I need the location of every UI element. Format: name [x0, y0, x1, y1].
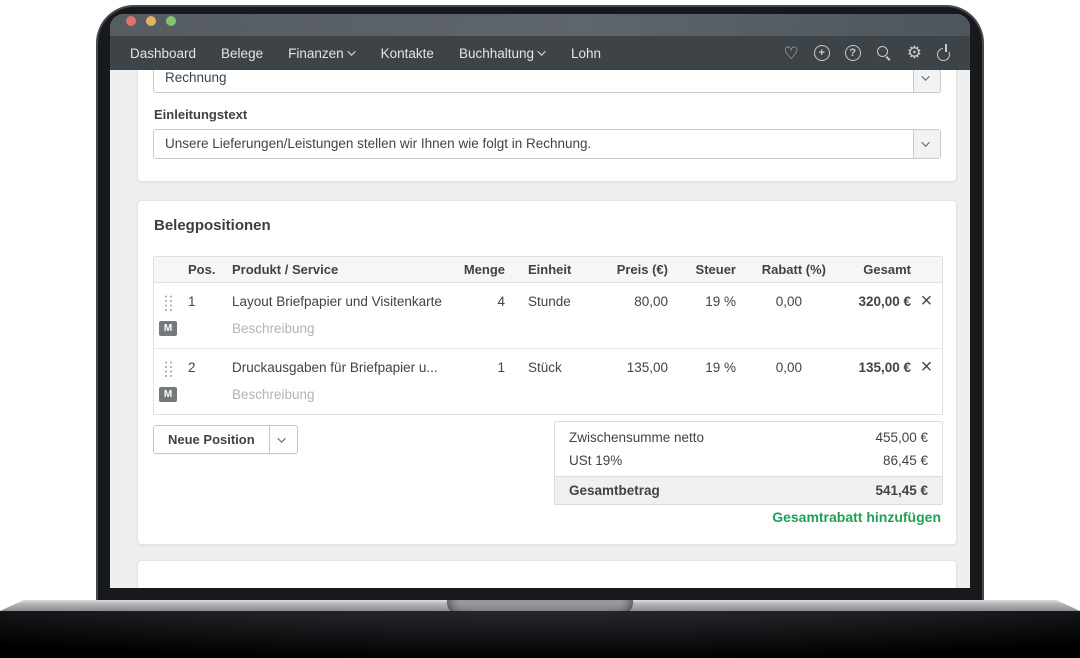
cell-pos: 2	[178, 360, 232, 375]
grand-total-value: 541,45 €	[875, 483, 928, 498]
new-position-label: Neue Position	[154, 426, 269, 453]
close-window-dot[interactable]	[126, 16, 136, 26]
cell-total: 320,00 €	[826, 294, 911, 309]
section-title: Belegpositionen	[154, 217, 271, 234]
search-icon[interactable]	[876, 45, 892, 61]
nav-item-lohn[interactable]: Lohn	[571, 46, 601, 61]
col-header-discount: Rabatt (%)	[736, 262, 826, 277]
dropdown-arrow-button[interactable]	[913, 70, 940, 92]
minimize-window-dot[interactable]	[146, 16, 156, 26]
favorites-heart-icon[interactable]: ♡	[784, 46, 799, 61]
col-header-tax: Steuer	[668, 262, 736, 277]
laptop-screen-content: Dashboard Belege Finanzen Kontakte Buchh…	[110, 14, 970, 588]
cell-quantity[interactable]: 1	[455, 360, 505, 375]
tax-value: 86,45 €	[883, 453, 928, 468]
chevron-down-icon	[278, 434, 286, 442]
dropdown-arrow-button[interactable]	[913, 130, 940, 158]
markdown-badge: M	[159, 387, 177, 402]
delete-row-icon[interactable]: ×	[911, 358, 942, 376]
chevron-down-icon	[537, 47, 545, 55]
nav-label: Finanzen	[288, 46, 344, 61]
settings-gear-icon[interactable]: ⚙	[907, 45, 922, 61]
tax-label: USt 19%	[569, 453, 622, 468]
cell-price[interactable]: 80,00	[590, 294, 668, 309]
document-type-value: Rechnung	[154, 70, 913, 92]
new-position-button[interactable]: Neue Position	[153, 425, 298, 454]
cell-total: 135,00 €	[826, 360, 911, 375]
cell-unit[interactable]: Stück	[505, 360, 590, 375]
intro-text-value: Unsere Lieferungen/Leistungen stellen wi…	[154, 130, 913, 158]
col-header-unit: Einheit	[505, 262, 590, 277]
add-total-discount-link[interactable]: Gesamtrabatt hinzufügen	[772, 509, 941, 525]
totals-summary-box: Zwischensumme netto 455,00 € USt 19% 86,…	[554, 421, 943, 505]
nav-label: Belege	[221, 46, 263, 61]
subtotal-label: Zwischensumme netto	[569, 430, 704, 445]
cell-tax[interactable]: 19 %	[668, 360, 736, 375]
delete-row-icon[interactable]: ×	[911, 292, 942, 310]
nav-item-dashboard[interactable]: Dashboard	[130, 46, 196, 61]
col-header-total: Gesamt	[826, 262, 911, 277]
nav-label: Dashboard	[130, 46, 196, 61]
cell-discount[interactable]: 0,00	[736, 360, 826, 375]
navbar-icon-group: ♡ + ? ⚙	[784, 45, 951, 61]
new-position-dropdown-button[interactable]	[269, 426, 297, 453]
tax-row: USt 19% 86,45 €	[555, 449, 942, 476]
help-icon[interactable]: ?	[845, 45, 861, 61]
cell-unit[interactable]: Stunde	[505, 294, 590, 309]
nav-label: Buchhaltung	[459, 46, 534, 61]
power-logout-icon[interactable]	[937, 48, 950, 61]
subtotal-row: Zwischensumme netto 455,00 €	[555, 422, 942, 449]
cell-product[interactable]: Druckausgaben für Briefpapier u...	[232, 360, 455, 375]
next-section-card	[137, 560, 957, 588]
col-header-pos: Pos.	[178, 262, 232, 277]
col-header-price: Preis (€)	[590, 262, 668, 277]
cell-pos: 1	[178, 294, 232, 309]
drag-handle-icon[interactable]	[154, 291, 178, 311]
grand-total-row: Gesamtbetrag 541,45 €	[555, 476, 942, 504]
col-header-product: Produkt / Service	[232, 262, 455, 277]
cell-quantity[interactable]: 4	[455, 294, 505, 309]
nav-item-buchhaltung[interactable]: Buchhaltung	[459, 46, 546, 61]
table-row: 1 Layout Briefpapier und Visitenkarte 4 …	[154, 283, 942, 349]
nav-item-finanzen[interactable]: Finanzen	[288, 46, 356, 61]
window-titlebar	[110, 14, 970, 36]
drag-handle-icon[interactable]	[154, 357, 178, 377]
table-header-row: Pos. Produkt / Service Menge Einheit Pre…	[154, 257, 942, 283]
nav-label: Kontakte	[381, 46, 434, 61]
positions-card: Belegpositionen Pos. Produkt / Service M…	[137, 200, 957, 545]
maximize-window-dot[interactable]	[166, 16, 176, 26]
intro-text-select[interactable]: Unsere Lieferungen/Leistungen stellen wi…	[153, 129, 941, 159]
document-type-select[interactable]: Rechnung	[153, 70, 941, 93]
nav-item-belege[interactable]: Belege	[221, 46, 263, 61]
description-placeholder[interactable]: Beschreibung	[232, 321, 455, 336]
table-row: 2 Druckausgaben für Briefpapier u... 1 S…	[154, 349, 942, 414]
cell-tax[interactable]: 19 %	[668, 294, 736, 309]
nav-label: Lohn	[571, 46, 601, 61]
document-header-card: Rechnung Einleitungstext Unsere Lieferun…	[137, 70, 957, 182]
invoice-editor-page: Rechnung Einleitungstext Unsere Lieferun…	[110, 70, 970, 588]
nav-item-kontakte[interactable]: Kontakte	[381, 46, 434, 61]
cell-product[interactable]: Layout Briefpapier und Visitenkarte	[232, 294, 455, 309]
positions-table: Pos. Produkt / Service Menge Einheit Pre…	[153, 256, 943, 415]
add-plus-icon[interactable]: +	[814, 45, 830, 61]
chevron-down-icon	[921, 138, 929, 146]
subtotal-value: 455,00 €	[875, 430, 928, 445]
markdown-badge: M	[159, 321, 177, 336]
main-navbar: Dashboard Belege Finanzen Kontakte Buchh…	[110, 36, 970, 70]
description-placeholder[interactable]: Beschreibung	[232, 387, 455, 402]
grand-total-label: Gesamtbetrag	[569, 483, 660, 498]
chevron-down-icon	[347, 47, 355, 55]
intro-text-label: Einleitungstext	[154, 107, 247, 122]
chevron-down-icon	[921, 72, 929, 80]
cell-discount[interactable]: 0,00	[736, 294, 826, 309]
cell-price[interactable]: 135,00	[590, 360, 668, 375]
laptop-base	[0, 611, 1080, 658]
col-header-quantity: Menge	[455, 262, 505, 277]
